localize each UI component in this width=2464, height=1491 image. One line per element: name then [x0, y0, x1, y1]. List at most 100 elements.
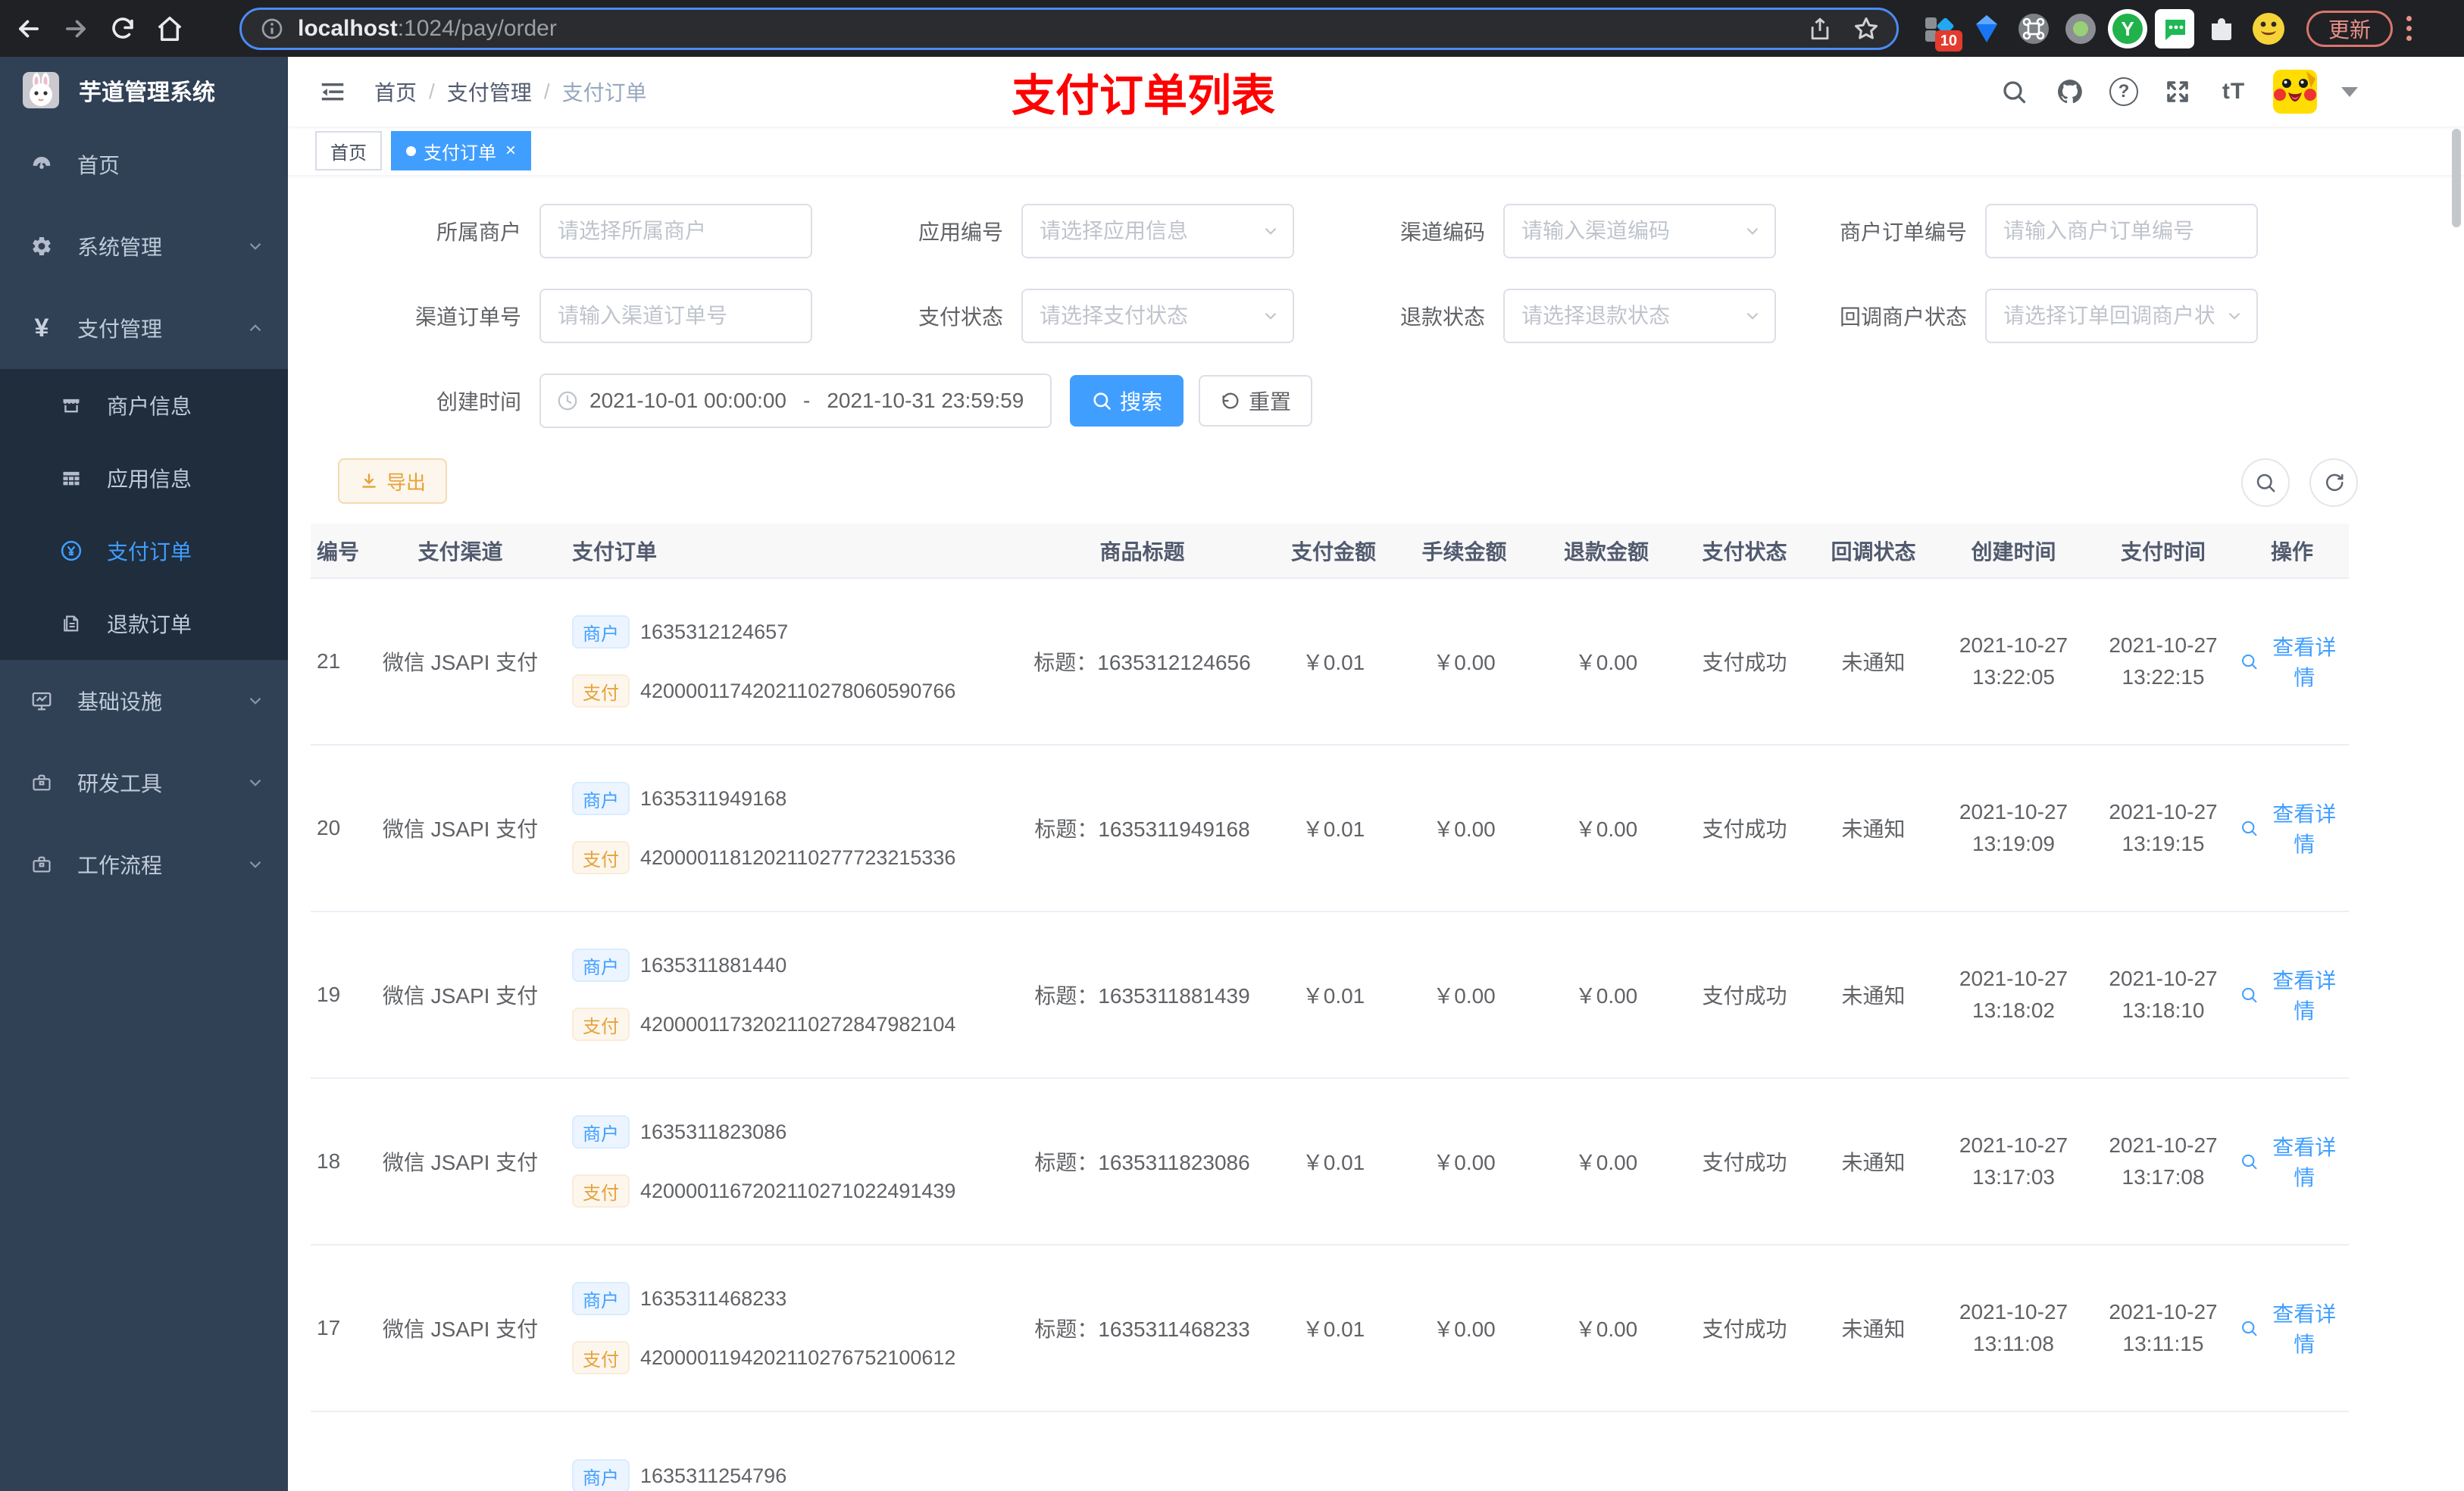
table-row: 17 微信 JSAPI 支付 商户 1635311468233 支付 4200001… — [311, 1245, 2349, 1412]
extension-chat-icon[interactable] — [2155, 8, 2194, 48]
tab-pay-order[interactable]: 支付订单 × — [391, 131, 532, 170]
extension-command-icon[interactable] — [2014, 9, 2053, 48]
view-detail-link[interactable]: 查看详情 — [2240, 964, 2344, 1025]
url-text[interactable]: localhost:1024/pay/order — [298, 16, 1807, 42]
filter-refund-status: 退款状态 — [1355, 289, 1776, 343]
filter-merchant-order-no: 商户订单编号 — [1837, 204, 2258, 258]
reset-button-label: 重置 — [1249, 390, 1292, 414]
avatar[interactable] — [2273, 70, 2317, 114]
info-icon[interactable] — [260, 17, 284, 41]
refresh-button[interactable] — [2309, 458, 2358, 507]
sidebar-item-pay-order[interactable]: 支付订单 — [0, 514, 288, 587]
merchant-order-input[interactable] — [1985, 204, 2258, 258]
show-search-button[interactable] — [2241, 458, 2290, 507]
col-action: 操作 — [2235, 524, 2349, 579]
help-glyph: ? — [2118, 81, 2130, 102]
forward-icon[interactable] — [59, 12, 92, 45]
table-row: 18 微信 JSAPI 支付 商户 1635311823086 支付 4200001… — [311, 1078, 2349, 1246]
sidebar-item-system[interactable]: 系统管理 — [0, 205, 288, 287]
pay-status-select[interactable] — [1021, 289, 1294, 343]
sidebar-item-label: 支付管理 — [77, 317, 163, 341]
url-bar[interactable]: localhost:1024/pay/order — [239, 7, 1899, 50]
sidebar-item-label: 研发工具 — [77, 772, 163, 796]
filter-label: 应用编号 — [918, 220, 1003, 244]
view-detail-link[interactable]: 查看详情 — [2240, 1131, 2344, 1192]
extension-puzzle-icon[interactable] — [2202, 9, 2241, 48]
channel-order-input[interactable] — [539, 289, 812, 343]
pay-tag: 支付 — [572, 674, 630, 708]
back-icon[interactable] — [12, 12, 45, 45]
extension-gem-icon[interactable] — [1967, 9, 2006, 48]
sidebar-item-infra[interactable]: 基础设施 — [0, 660, 288, 742]
update-button[interactable]: 更新 — [2306, 10, 2394, 47]
caret-down-icon[interactable] — [2341, 86, 2358, 97]
merchant-tag: 商户 — [572, 1115, 630, 1149]
breadcrumb-separator: / — [429, 80, 435, 103]
sidebar-item-workflow[interactable]: 工作流程 — [0, 824, 288, 905]
merchant-tag: 商户 — [572, 949, 630, 982]
search-button[interactable]: 搜索 — [1070, 375, 1184, 427]
table-toolbar: 导出 — [338, 458, 2464, 507]
filter-row-2: 渠道订单号 支付状态 退款状态 回调商户状态 — [288, 289, 2464, 343]
shop-icon — [58, 395, 84, 416]
share-icon[interactable] — [1807, 16, 1833, 42]
sidebar-item-dev-tools[interactable]: 研发工具 — [0, 742, 288, 824]
extension-y-icon[interactable]: Y — [2108, 8, 2147, 48]
sidebar-item-label: 工作流程 — [77, 854, 163, 877]
sidebar-item-refund-order[interactable]: 退款订单 — [0, 587, 288, 660]
page-content: 所属商户 应用编号 渠道编码 商户订单编号 — [288, 175, 2464, 1491]
refund-status-select[interactable] — [1503, 289, 1776, 343]
col-notify-status: 回调状态 — [1811, 524, 1936, 579]
col-refund: 退款金额 — [1534, 524, 1678, 579]
font-size-icon[interactable]: tT — [2217, 75, 2250, 108]
view-detail-link[interactable]: 查看详情 — [2240, 631, 2344, 692]
filter-label: 支付状态 — [918, 305, 1003, 329]
filter-create-time: 创建时间 2021-10-01 00:00:00 - 2021-10-31 23… — [391, 374, 1052, 428]
table-row-partial: 商户 1635311254796 — [311, 1411, 2349, 1491]
export-button[interactable]: 导出 — [338, 458, 448, 504]
help-icon[interactable]: ? — [2109, 77, 2138, 106]
table-tools — [2241, 458, 2358, 507]
hamburger-icon[interactable] — [318, 77, 347, 106]
fullscreen-icon[interactable] — [2161, 75, 2194, 108]
col-id: 编号 — [311, 524, 364, 579]
app-navbar: 首页 / 支付管理 / 支付订单 支付订单列表 ? tT — [288, 57, 2464, 127]
pay-tag: 支付 — [572, 1174, 630, 1208]
close-icon[interactable]: × — [505, 142, 516, 160]
sidebar-logo[interactable]: 芋道管理系统 — [0, 57, 288, 123]
home-icon[interactable] — [153, 12, 186, 45]
sidebar-item-home[interactable]: 首页 — [0, 123, 288, 205]
browser-menu-icon[interactable] — [2406, 16, 2412, 41]
breadcrumb-home[interactable]: 首页 — [374, 77, 417, 107]
sidebar-item-pay[interactable]: ¥ 支付管理 — [0, 287, 288, 369]
sidebar: 芋道管理系统 首页 系统管理 ¥ 支付管理 商户信息 应用信息 支付订单 退款订… — [0, 57, 288, 1491]
merchant-select[interactable] — [539, 204, 812, 258]
extension-dot-icon[interactable] — [2061, 9, 2100, 48]
breadcrumb-pay-manage[interactable]: 支付管理 — [447, 77, 532, 107]
extension-tampermonkey-icon[interactable]: 10 — [1920, 9, 1962, 52]
channel-code-select[interactable] — [1503, 204, 1776, 258]
reset-button[interactable]: 重置 — [1199, 375, 1313, 427]
filter-label: 渠道编码 — [1399, 220, 1485, 244]
chevron-down-icon — [245, 236, 265, 256]
pay-tag: 支付 — [572, 841, 630, 874]
date-range-picker[interactable]: 2021-10-01 00:00:00 - 2021-10-31 23:59:5… — [539, 374, 1052, 428]
view-detail-link[interactable]: 查看详情 — [2240, 1298, 2344, 1358]
bookmark-star-icon[interactable] — [1853, 15, 1880, 42]
github-icon[interactable] — [2053, 75, 2087, 108]
view-detail-link[interactable]: 查看详情 — [2240, 798, 2344, 858]
search-icon[interactable] — [1997, 75, 2031, 108]
col-title: 商品标题 — [1012, 524, 1273, 579]
notify-status-select[interactable] — [1985, 289, 2258, 343]
search-button-label: 搜索 — [1120, 390, 1163, 414]
reload-icon[interactable] — [106, 12, 139, 45]
extension-emoji-icon[interactable] — [2249, 9, 2288, 48]
sidebar-item-merchant-info[interactable]: 商户信息 — [0, 369, 288, 442]
filter-label: 回调商户状态 — [1839, 305, 1967, 329]
url-path: :1024/pay/order — [397, 15, 557, 41]
main-area: 首页 / 支付管理 / 支付订单 支付订单列表 ? tT 首页 支付订单 × 所… — [288, 57, 2464, 1491]
tab-home[interactable]: 首页 — [315, 131, 382, 170]
page-scrollbar[interactable] — [2452, 129, 2461, 227]
app-select[interactable] — [1021, 204, 1294, 258]
sidebar-item-app-info[interactable]: 应用信息 — [0, 442, 288, 514]
